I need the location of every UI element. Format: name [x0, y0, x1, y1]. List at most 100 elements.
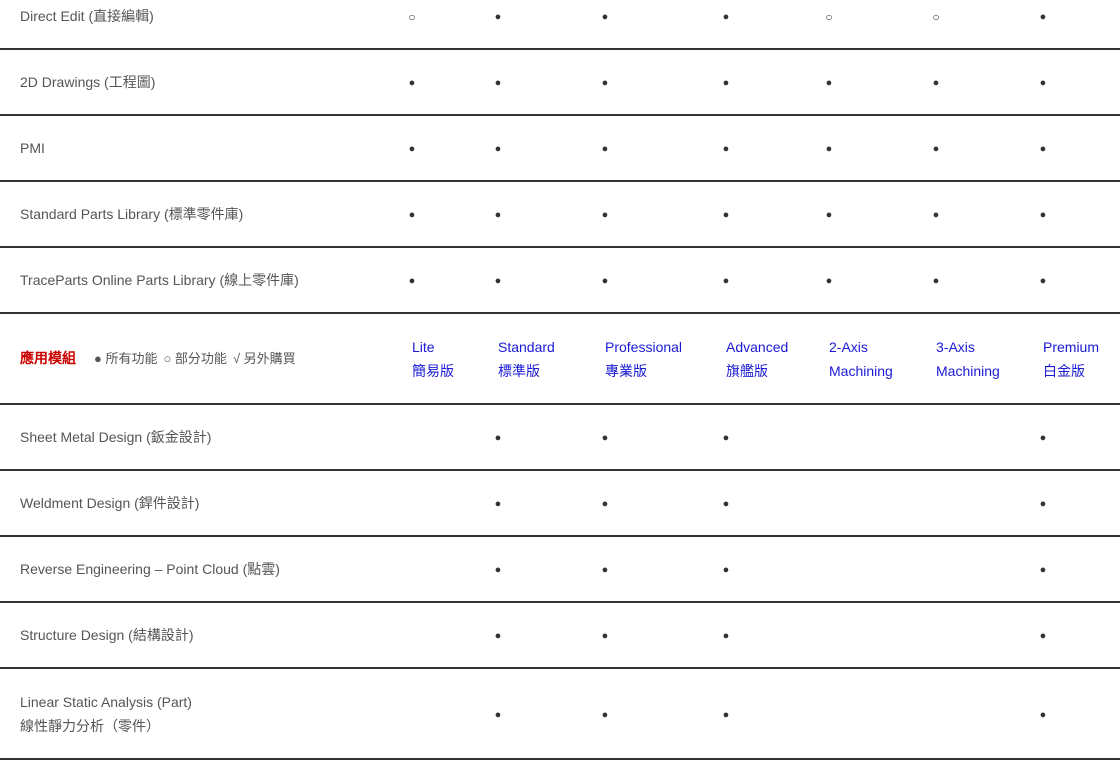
table-row: Linear Static Analysis (Part) 線性靜力分析（零件） ●…	[0, 668, 1120, 760]
full-feature-icon: ●	[494, 209, 502, 221]
partial-feature-icon: ○	[408, 9, 416, 24]
edition-cell: ●	[1040, 49, 1120, 116]
edition-cell: ●	[495, 404, 605, 471]
full-feature-icon: ●	[601, 77, 609, 89]
module-name: Reverse Engineering – Point Cloud (點雲)	[20, 561, 280, 577]
edition-cell: ●	[826, 247, 936, 314]
edition-cell: ●	[723, 404, 829, 471]
edition-cell: ○	[932, 0, 1043, 50]
full-feature-icon: ●	[1039, 77, 1047, 89]
edition-cell: ●	[723, 247, 829, 314]
full-feature-icon: ●	[601, 630, 609, 642]
edition-cell: ●	[495, 115, 605, 182]
edition-cell: ●	[495, 470, 605, 537]
edition-cell: ●	[602, 115, 726, 182]
edition-cell: ●	[933, 49, 1043, 116]
edition-cell: ●	[495, 181, 605, 248]
edition-name: Lite	[412, 338, 435, 355]
full-feature-icon: ●	[494, 143, 502, 155]
table-row: Sheet Metal Design (鈑金設計) ● ● ● ●	[0, 404, 1120, 471]
module-name-cell: Linear Static Analysis (Part) 線性靜力分析（零件）	[0, 668, 412, 760]
edition-name: 2-Axis	[829, 338, 868, 355]
section-title: 應用模組	[20, 350, 76, 366]
edition-cell	[412, 668, 498, 760]
full-feature-icon: ●	[1039, 498, 1047, 510]
edition-cell: ●	[409, 181, 498, 248]
full-feature-icon: ●	[722, 143, 730, 155]
full-feature-icon: ●	[1039, 275, 1047, 287]
full-feature-icon: ●	[601, 143, 609, 155]
edition-cell: ●	[933, 181, 1043, 248]
edition-name-zh: 專業版	[605, 362, 647, 379]
edition-name-zh: Machining	[829, 362, 893, 379]
full-feature-icon: ●	[825, 209, 833, 221]
edition-cell	[829, 536, 936, 603]
full-feature-icon: ●	[494, 11, 502, 23]
module-name-cell: Sheet Metal Design (鈑金設計)	[0, 404, 412, 471]
edition-header: Lite 簡易版	[412, 313, 498, 405]
edition-header-row: 應用模組 ● 所有功能 ○ 部分功能 √ 另外購買 Lite 簡易版 Standard 標準版…	[0, 313, 1120, 405]
edition-header: Advanced 旗艦版	[726, 313, 829, 405]
feature-comparison-table: Direct Edit (直接編輯) ○ ● ● ● ○ ○ ● 2D Drawings (工程…	[0, 0, 1120, 760]
full-feature-icon: ●	[1039, 708, 1047, 721]
full-feature-icon: ●	[601, 498, 609, 510]
table-row: Structure Design (結構設計) ● ● ● ●	[0, 602, 1120, 669]
table-row: TraceParts Online Parts Library (線上零件庫) ●…	[0, 247, 1120, 314]
full-feature-icon: ●	[601, 708, 609, 721]
edition-cell: ●	[602, 536, 726, 603]
full-feature-icon: ●	[722, 630, 730, 642]
edition-header: 2-Axis Machining	[829, 313, 936, 405]
full-feature-icon: ●	[722, 708, 730, 721]
full-feature-icon: ●	[722, 11, 730, 23]
edition-cell: ●	[602, 404, 726, 471]
edition-cell: ●	[723, 536, 829, 603]
module-name: Linear Static Analysis (Part)	[20, 693, 192, 710]
edition-cell	[936, 470, 1043, 537]
edition-cell: ●	[1040, 0, 1120, 50]
edition-cell: ●	[495, 602, 605, 669]
table-row: Standard Parts Library (標準零件庫) ● ● ● ● ● ● ●	[0, 181, 1120, 248]
legend-cell: 應用模組 ● 所有功能 ○ 部分功能 √ 另外購買	[0, 313, 412, 405]
edition-cell: ●	[826, 181, 936, 248]
full-feature-icon: ●	[1039, 432, 1047, 444]
feature-name: PMI	[0, 115, 412, 182]
edition-name: 3-Axis	[936, 338, 975, 355]
edition-header: Premium 白金版	[1043, 313, 1120, 405]
edition-cell: ●	[723, 0, 829, 50]
edition-cell: ●	[409, 49, 498, 116]
edition-cell: ●	[723, 668, 829, 760]
edition-cell: ●	[495, 668, 605, 760]
edition-cell: ●	[495, 0, 605, 50]
legend-full: ● 所有功能	[94, 351, 158, 366]
module-name: Sheet Metal Design (鈑金設計)	[20, 429, 212, 445]
full-feature-icon: ●	[722, 77, 730, 89]
full-feature-icon: ●	[494, 564, 502, 576]
edition-cell	[412, 470, 498, 537]
full-feature-icon: ●	[722, 275, 730, 287]
edition-cell	[829, 602, 936, 669]
full-feature-icon: ●	[932, 275, 940, 287]
edition-cell: ●	[495, 536, 605, 603]
edition-header: Professional 專業版	[605, 313, 726, 405]
full-feature-icon: ●	[408, 143, 416, 155]
edition-cell: ●	[723, 49, 829, 116]
edition-cell: ●	[1040, 247, 1120, 314]
full-feature-icon: ●	[408, 209, 416, 221]
full-feature-icon: ●	[1039, 11, 1047, 23]
full-feature-icon: ●	[494, 77, 502, 89]
module-name-cell: Weldment Design (銲件設計)	[0, 470, 412, 537]
feature-name: 2D Drawings (工程圖)	[0, 49, 412, 116]
edition-cell	[412, 602, 498, 669]
full-feature-icon: ●	[722, 432, 730, 444]
full-feature-icon: ●	[825, 143, 833, 155]
module-name-cell: Reverse Engineering – Point Cloud (點雲)	[0, 536, 412, 603]
table-body: Direct Edit (直接編輯) ○ ● ● ● ○ ○ ● 2D Drawings (工程…	[0, 0, 1120, 760]
edition-cell: ●	[602, 470, 726, 537]
edition-cell: ●	[602, 602, 726, 669]
full-feature-icon: ●	[494, 275, 502, 287]
edition-cell: ○	[408, 0, 498, 50]
full-feature-icon: ●	[601, 275, 609, 287]
edition-cell: ●	[602, 0, 726, 50]
edition-cell	[829, 404, 936, 471]
full-feature-icon: ●	[932, 143, 940, 155]
